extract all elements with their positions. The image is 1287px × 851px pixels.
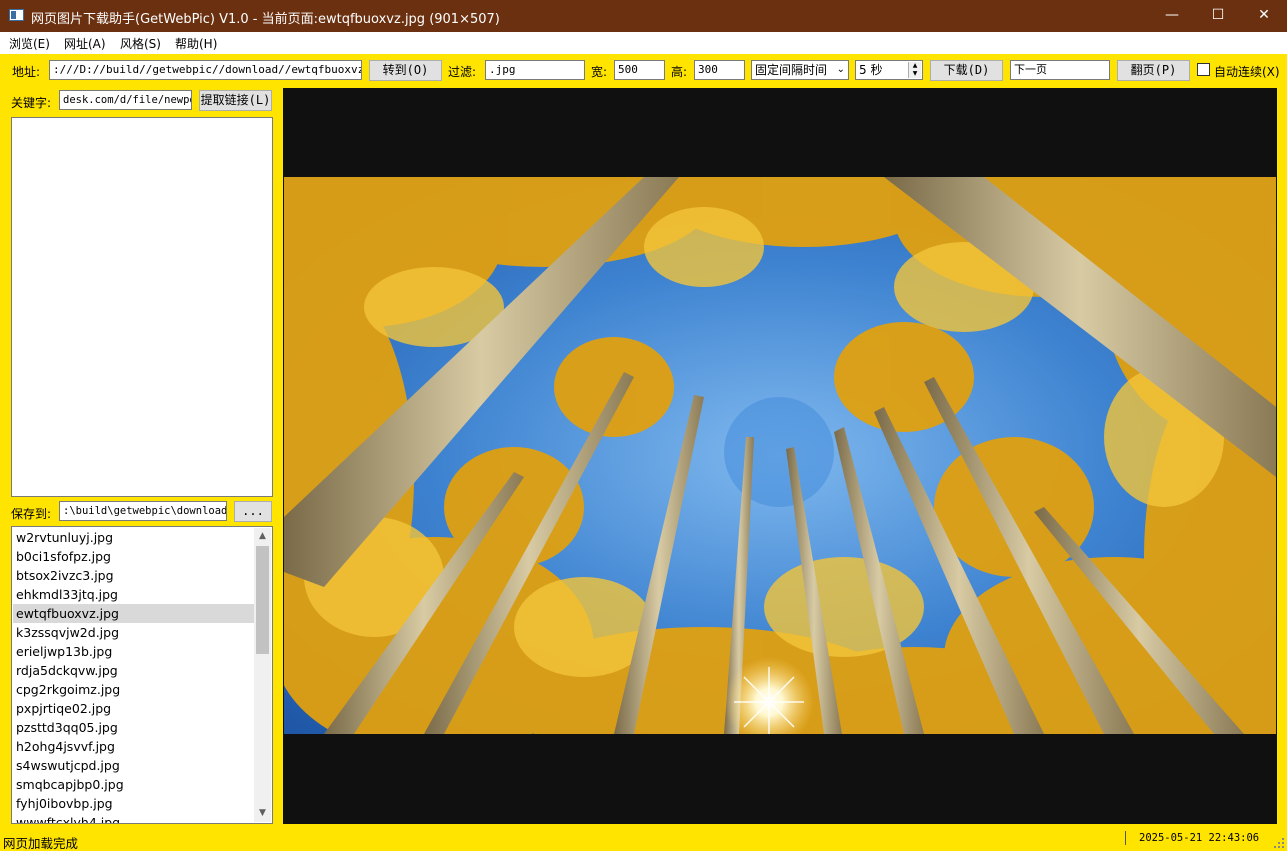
file-item[interactable]: btsox2ivzc3.jpg bbox=[13, 566, 254, 585]
preview-image bbox=[284, 177, 1276, 734]
link-list[interactable] bbox=[11, 117, 273, 497]
extract-links-button[interactable]: 提取链接(L) bbox=[199, 90, 272, 111]
interval-mode-select[interactable]: 固定间隔时间 ⌄ bbox=[751, 60, 849, 80]
page-button[interactable]: 翻页(P) bbox=[1117, 60, 1190, 81]
file-list-scrollbar[interactable]: ▲ ▼ bbox=[254, 528, 271, 822]
file-item-selected[interactable]: ewtqfbuoxvz.jpg bbox=[13, 604, 254, 623]
address-input[interactable]: :///D://build//getwebpic//download//ewtq… bbox=[49, 60, 362, 80]
file-item[interactable]: smqbcapjbp0.jpg bbox=[13, 775, 254, 794]
height-label: 高: bbox=[671, 65, 688, 79]
menu-help[interactable]: 帮助(H) bbox=[175, 35, 217, 52]
address-label: 地址: bbox=[12, 65, 41, 79]
save-to-label: 保存到: bbox=[11, 507, 52, 521]
download-button[interactable]: 下载(D) bbox=[930, 60, 1003, 81]
file-item[interactable]: wwwftcxlyh4.jpg bbox=[13, 813, 254, 823]
status-datetime: 2025-05-21 22:43:06 bbox=[1139, 832, 1260, 844]
file-item[interactable]: w2rvtunluyj.jpg bbox=[13, 528, 254, 547]
file-item[interactable]: rdja5dckqvw.jpg bbox=[13, 661, 254, 680]
width-input[interactable]: 500 bbox=[614, 60, 665, 80]
auto-continue-label[interactable]: 自动连续(X) bbox=[1214, 63, 1280, 80]
filter-label: 过滤: bbox=[448, 65, 477, 79]
menu-style[interactable]: 风格(S) bbox=[120, 35, 161, 52]
window-title: 网页图片下载助手(GetWebPic) V1.0 - 当前页面:ewtqfbuo… bbox=[31, 12, 500, 27]
status-message: 网页加载完成 bbox=[3, 836, 79, 851]
scroll-down-icon[interactable]: ▼ bbox=[254, 805, 271, 822]
spin-down-icon[interactable]: ▼ bbox=[909, 70, 921, 78]
auto-continue-checkbox[interactable] bbox=[1197, 63, 1210, 76]
file-item[interactable]: pzsttd3qq05.jpg bbox=[13, 718, 254, 737]
keyword-label: 关键字: bbox=[11, 96, 52, 110]
file-item[interactable]: cpg2rkgoimz.jpg bbox=[13, 680, 254, 699]
file-item[interactable]: s4wswutjcpd.jpg bbox=[13, 756, 254, 775]
file-item[interactable]: fyhj0ibovbp.jpg bbox=[13, 794, 254, 813]
status-bar: 网页加载完成 2025-05-21 22:43:06 bbox=[0, 829, 1287, 851]
menu-browse[interactable]: 浏览(E) bbox=[9, 35, 50, 52]
next-page-input[interactable]: 下一页 bbox=[1010, 60, 1110, 80]
browse-folder-button[interactable]: ... bbox=[234, 501, 272, 522]
maximize-icon: ☐ bbox=[1211, 7, 1225, 23]
file-item[interactable]: pxpjrtiqe02.jpg bbox=[13, 699, 254, 718]
image-viewer bbox=[283, 88, 1277, 824]
interval-mode-value: 固定间隔时间 bbox=[755, 63, 828, 77]
menu-bar: 浏览(E) 网址(A) 风格(S) 帮助(H) bbox=[0, 32, 1287, 54]
spin-up-icon[interactable]: ▲ bbox=[909, 62, 921, 70]
goto-button[interactable]: 转到(O) bbox=[369, 60, 442, 81]
close-icon: ✕ bbox=[1258, 7, 1270, 23]
spin-buttons[interactable]: ▲ ▼ bbox=[908, 62, 921, 78]
file-item[interactable]: k3zssqvjw2d.jpg bbox=[13, 623, 254, 642]
filter-input[interactable]: .jpg bbox=[485, 60, 585, 80]
file-item[interactable]: ehkmdl33jtq.jpg bbox=[13, 585, 254, 604]
menu-address[interactable]: 网址(A) bbox=[64, 35, 106, 52]
file-item[interactable]: h2ohg4jsvvf.jpg bbox=[13, 737, 254, 756]
file-item[interactable]: b0ci1sfofpz.jpg bbox=[13, 547, 254, 566]
file-item[interactable]: erieljwp13b.jpg bbox=[13, 642, 254, 661]
app-icon bbox=[9, 9, 24, 21]
scroll-up-icon[interactable]: ▲ bbox=[254, 528, 271, 545]
file-list[interactable]: w2rvtunluyj.jpg b0ci1sfofpz.jpg btsox2iv… bbox=[11, 526, 273, 824]
width-label: 宽: bbox=[591, 65, 608, 79]
title-bar: 网页图片下载助手(GetWebPic) V1.0 - 当前页面:ewtqfbuo… bbox=[0, 0, 1287, 32]
interval-value: 5 秒 bbox=[859, 63, 883, 77]
close-button[interactable]: ✕ bbox=[1241, 0, 1287, 32]
resize-grip-icon[interactable] bbox=[1273, 837, 1285, 849]
keyword-input[interactable]: desk.com/d/file/newpo* bbox=[59, 90, 192, 110]
interval-spinner[interactable]: 5 秒 ▲ ▼ bbox=[855, 60, 923, 80]
scrollbar-thumb[interactable] bbox=[256, 546, 269, 654]
status-divider bbox=[1125, 831, 1126, 845]
minimize-icon: — bbox=[1165, 7, 1179, 23]
save-path-input[interactable]: :\build\getwebpic\download\ bbox=[59, 501, 227, 521]
height-input[interactable]: 300 bbox=[694, 60, 745, 80]
maximize-button[interactable]: ☐ bbox=[1195, 0, 1241, 32]
minimize-button[interactable]: — bbox=[1149, 0, 1195, 32]
dropdown-arrow-icon: ⌄ bbox=[836, 64, 845, 75]
